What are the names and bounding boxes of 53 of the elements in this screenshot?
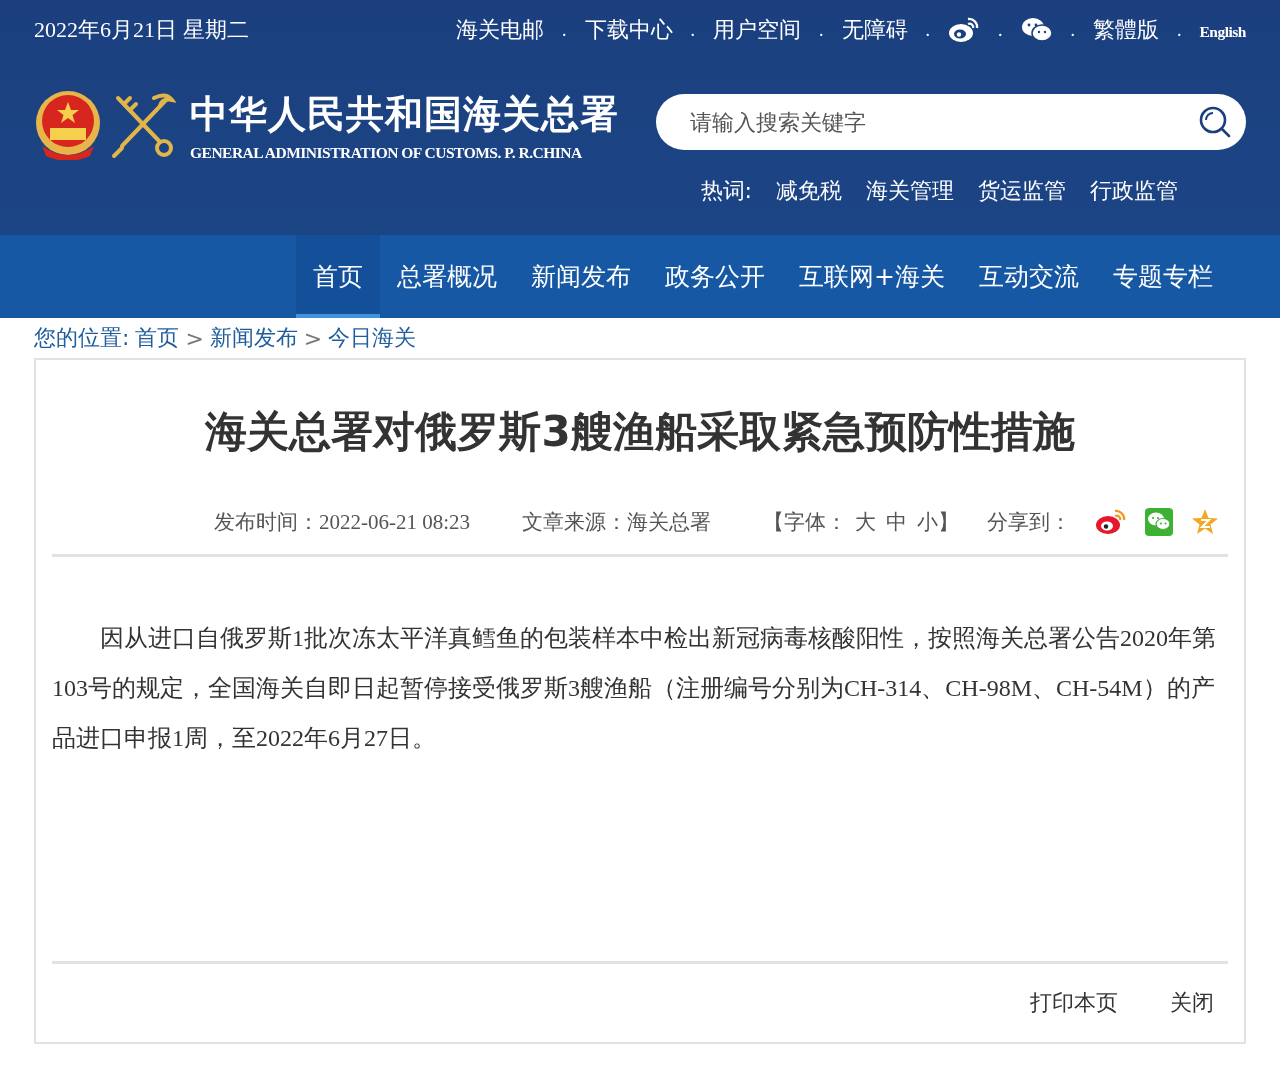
- nav-tab[interactable]: 总署概况: [380, 235, 515, 318]
- separator-dot: .: [925, 19, 930, 41]
- nav-tab[interactable]: 互动交流: [962, 235, 1096, 318]
- hot-word-link[interactable]: 货运监管: [978, 176, 1066, 206]
- nav-tab[interactable]: 专题专栏: [1096, 235, 1230, 318]
- separator-dot: .: [1070, 19, 1075, 41]
- weibo-icon[interactable]: [1095, 508, 1128, 536]
- breadcrumb-link[interactable]: 新闻发布: [209, 323, 298, 353]
- top-link[interactable]: 无障碍: [841, 15, 908, 45]
- article-title: 海关总署对俄罗斯3艘渔船采取紧急预防性措施: [204, 406, 1076, 458]
- site-name-english: GENERAL ADMINISTRATION OF CUSTOMS. P. R.CHINA: [190, 143, 583, 162]
- article-body: 因从进口自俄罗斯1批次冻太平洋真鳕鱼的包装样本中检出新冠病毒核酸阳性，按照海关总署公告2020年第103号的规定，全国海关自即日起暂停接受俄罗斯3艘渔船（注册编号分别为CH-314、CH-98M、CH-54M）的产品进口申报1周，至2022年6月27日。: [52, 624, 1217, 753]
- breadcrumb-separator: >: [185, 325, 204, 351]
- separator-dot: .: [1177, 19, 1182, 41]
- publish-time: 发布时间：2022-06-21 08:23: [214, 509, 471, 536]
- date-text: 2022年6月21日 星期二: [34, 16, 249, 44]
- hot-word-link[interactable]: 海关管理: [866, 176, 954, 206]
- breadcrumb-separator: >: [303, 325, 323, 351]
- search-icon[interactable]: [1198, 105, 1232, 139]
- separator-dot: .: [819, 19, 824, 41]
- hot-words-label: 热词:: [700, 177, 752, 205]
- nav-tab[interactable]: 政务公开: [648, 235, 783, 318]
- hot-word-link[interactable]: 行政监管: [1090, 176, 1178, 206]
- nav-tab[interactable]: 首页: [296, 235, 381, 318]
- font-size-link[interactable]: 小】: [917, 508, 960, 536]
- top-link[interactable]: 繁體版: [1093, 15, 1159, 45]
- font-size-link[interactable]: 中: [886, 508, 908, 536]
- font-size-link[interactable]: 大: [855, 508, 877, 536]
- national-emblem-icon: [34, 90, 102, 160]
- nav-tab[interactable]: 新闻发布: [514, 235, 649, 318]
- star-icon[interactable]: [1191, 508, 1220, 536]
- separator-dot: .: [562, 19, 567, 41]
- search-field[interactable]: 请输入搜索关键字: [656, 94, 1246, 150]
- top-link[interactable]: 下载中心: [584, 15, 673, 45]
- font-size-label: 【字体：: [763, 509, 848, 536]
- article-action-link[interactable]: 打印本页: [1030, 988, 1118, 1018]
- separator-dot: .: [690, 19, 695, 41]
- wechat-icon[interactable]: [1020, 17, 1053, 43]
- hot-word-link[interactable]: 减免税: [776, 176, 842, 206]
- top-link[interactable]: English: [1199, 23, 1246, 41]
- top-link[interactable]: 用户空间: [713, 15, 801, 45]
- top-link[interactable]: 海关电邮: [456, 15, 544, 45]
- article-action-link[interactable]: 关闭: [1170, 988, 1214, 1018]
- breadcrumb-label: 您的位置:: [34, 324, 130, 352]
- nav-tab[interactable]: 互联网+海关: [782, 235, 962, 318]
- article-source: 文章来源：海关总署: [522, 509, 712, 536]
- share-label: 分享到：: [987, 509, 1072, 536]
- customs-emblem-icon: [110, 90, 176, 160]
- breadcrumb-link[interactable]: 首页: [135, 323, 180, 353]
- site-name: 中华人民共和国海关总署: [190, 89, 619, 138]
- weibo-icon[interactable]: [948, 16, 980, 44]
- breadcrumb-link[interactable]: 今日海关: [328, 323, 417, 353]
- separator-dot: .: [998, 19, 1003, 41]
